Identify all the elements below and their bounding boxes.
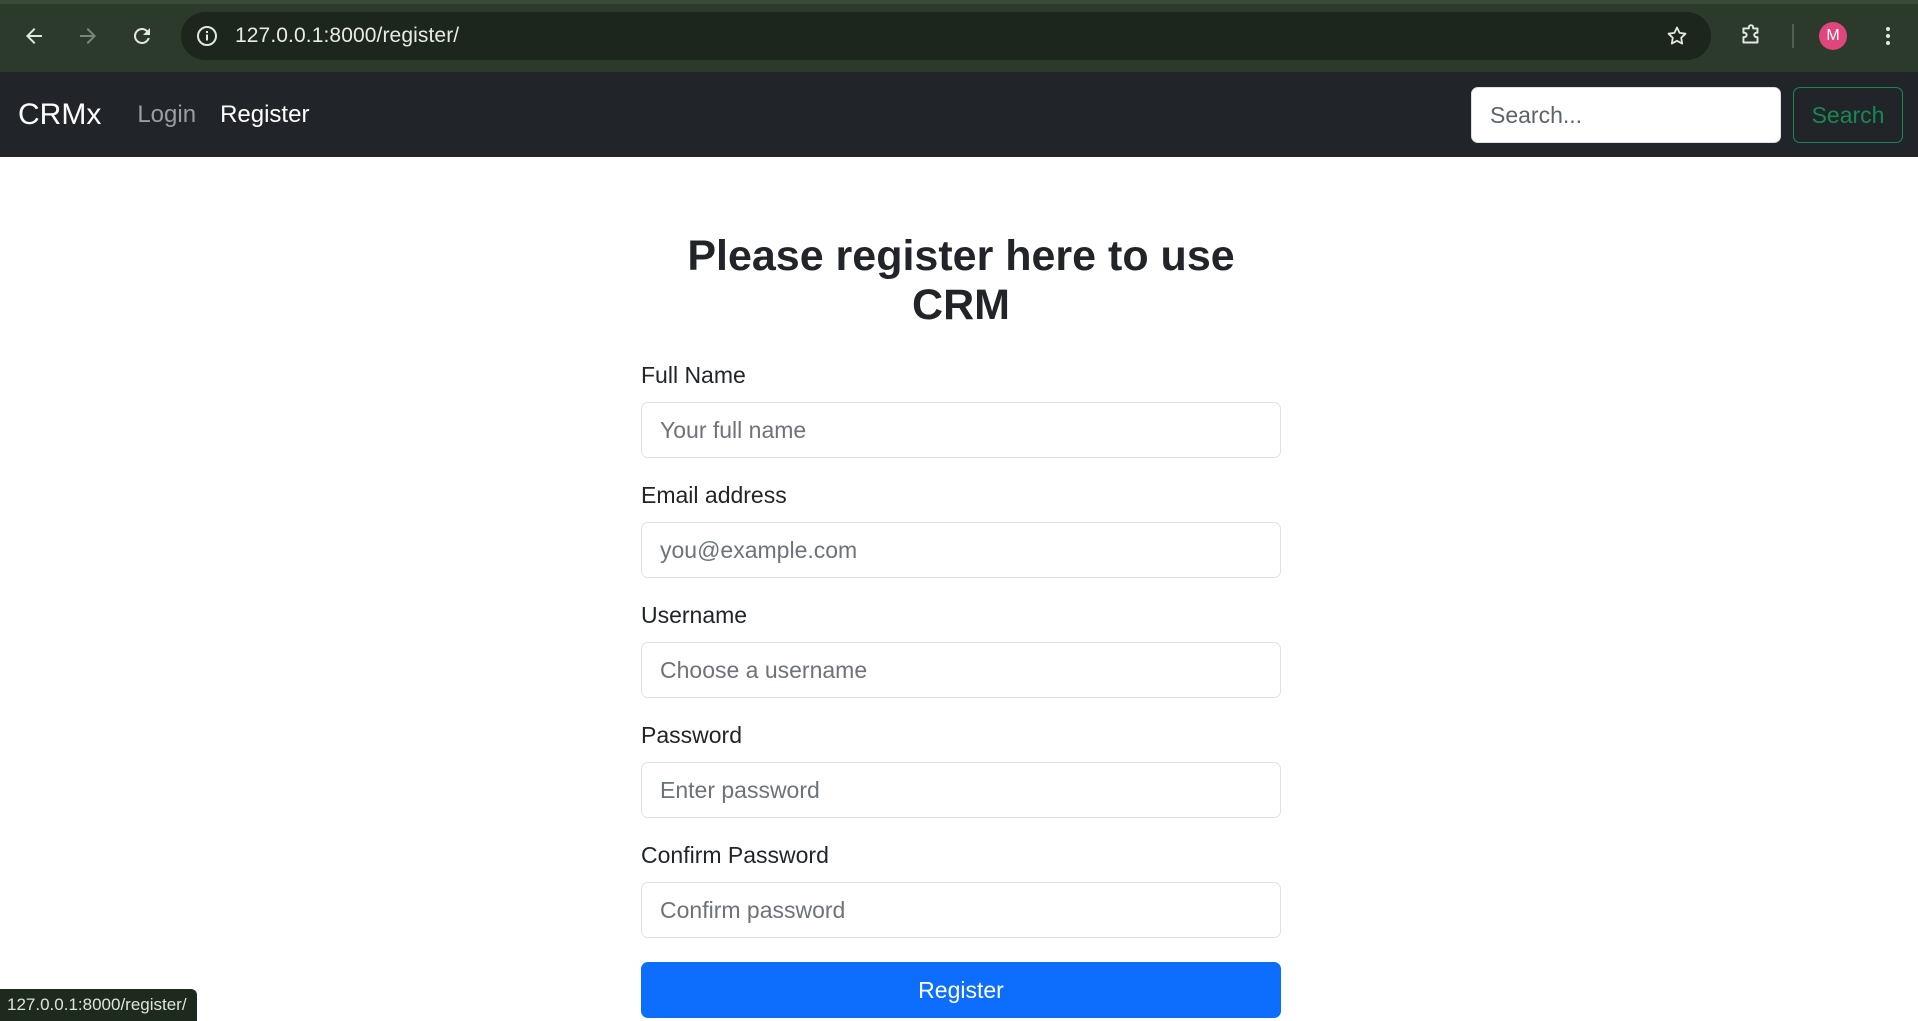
- forward-button[interactable]: [68, 16, 108, 56]
- back-button[interactable]: [14, 16, 54, 56]
- link-status-bubble: 127.0.0.1:8000/register/: [0, 989, 197, 1021]
- confirm-password-label: Confirm Password: [641, 842, 829, 868]
- page-title: Please register here to use CRM: [687, 232, 1235, 329]
- email-label: Email address: [641, 482, 787, 508]
- address-bar[interactable]: 127.0.0.1:8000/register/: [181, 12, 1711, 60]
- arrow-right-icon: [80, 28, 96, 44]
- status-url: 127.0.0.1:8000/register/: [7, 995, 187, 1014]
- confirm-password-input[interactable]: [641, 882, 1281, 938]
- browser-toolbar: 127.0.0.1:8000/register/ M: [0, 0, 1918, 72]
- address-url[interactable]: 127.0.0.1:8000/register/: [235, 24, 459, 48]
- username-field: Username: [641, 600, 1281, 698]
- email-input[interactable]: [641, 522, 1281, 578]
- profile-initial: M: [1826, 27, 1840, 44]
- username-input[interactable]: [641, 642, 1281, 698]
- arrow-left-icon: [26, 28, 42, 44]
- site-info-icon[interactable]: [195, 24, 219, 48]
- more-vertical-icon: [1886, 27, 1890, 45]
- bookmark-star-icon[interactable]: [1665, 24, 1689, 48]
- puzzle-icon: [1742, 24, 1759, 44]
- register-form: Please register here to use CRM Full Nam…: [641, 157, 1281, 1018]
- brand-logo[interactable]: CRMx: [18, 98, 101, 132]
- profile-avatar[interactable]: M: [1819, 22, 1847, 50]
- reload-button[interactable]: [122, 16, 162, 56]
- full-name-field: Full Name: [641, 360, 1281, 458]
- password-input[interactable]: [641, 762, 1281, 818]
- tab-strip-edge: [0, 0, 1918, 4]
- extensions-button[interactable]: [1738, 12, 1774, 60]
- username-label: Username: [641, 602, 748, 628]
- full-name-input[interactable]: [641, 402, 1281, 458]
- nav-link-login[interactable]: Login: [137, 101, 196, 129]
- full-name-label: Full Name: [641, 362, 746, 388]
- toolbar-separator: [1792, 24, 1794, 48]
- search-button[interactable]: Search: [1793, 87, 1903, 143]
- reload-icon: [133, 27, 150, 44]
- email-field: Email address: [641, 480, 1281, 578]
- password-field: Password: [641, 720, 1281, 818]
- register-button[interactable]: Register: [641, 962, 1281, 1018]
- confirm-password-field: Confirm Password: [641, 840, 1281, 938]
- browser-menu-button[interactable]: [1874, 22, 1902, 50]
- nav-link-register[interactable]: Register: [220, 101, 309, 129]
- app-navbar: CRMx Login Register Search: [0, 72, 1918, 157]
- search-input[interactable]: [1471, 87, 1781, 143]
- password-label: Password: [641, 722, 742, 748]
